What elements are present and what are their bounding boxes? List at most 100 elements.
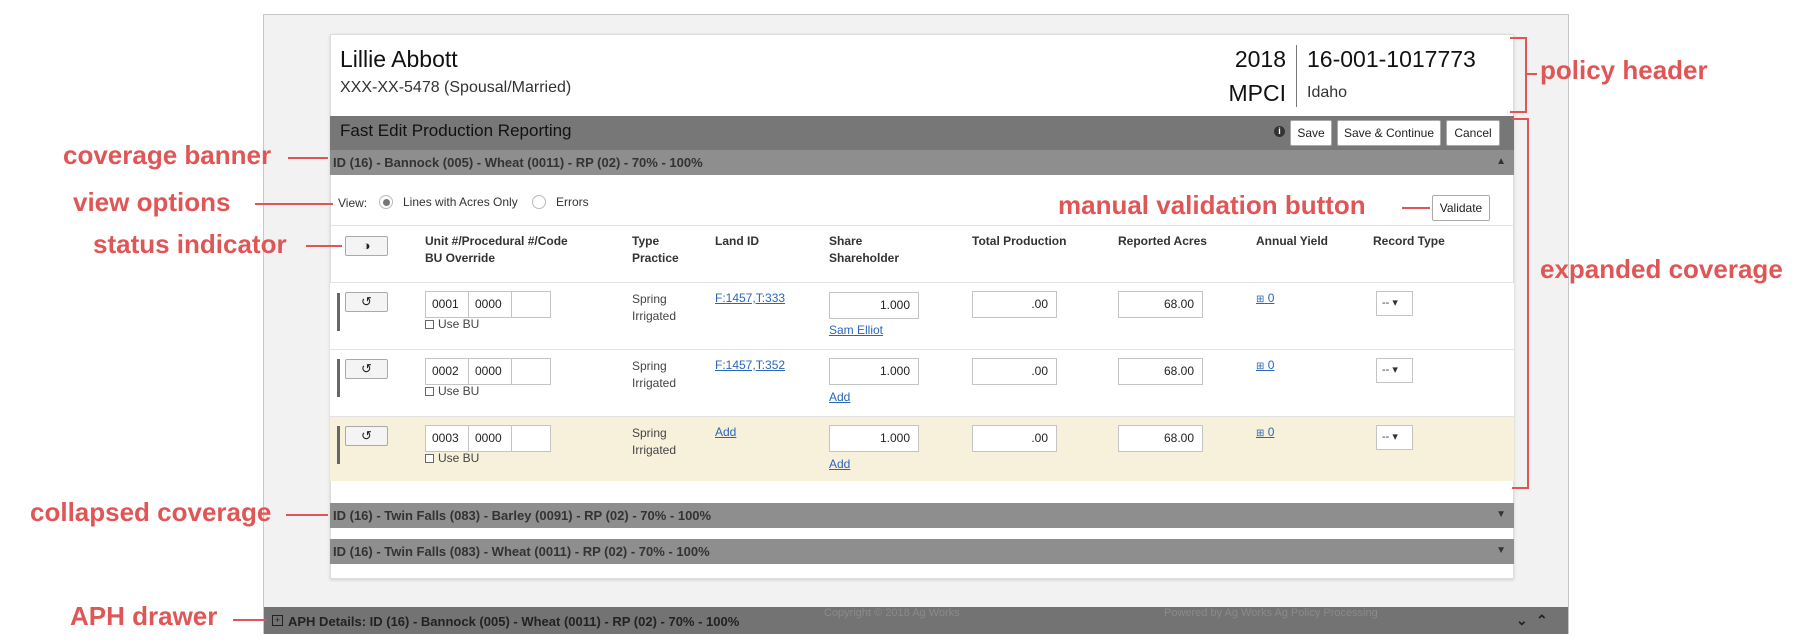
radio-label-errors: Errors xyxy=(556,195,589,209)
procedural-input[interactable]: 0000 xyxy=(468,425,512,452)
annotation-line xyxy=(233,619,266,621)
radio-lines-with-acres[interactable] xyxy=(379,195,393,209)
col-total-production: Total Production xyxy=(972,234,1067,248)
col-unit-line1: Unit #/Procedural #/Code xyxy=(425,234,568,248)
aph-drawer[interactable]: Copyright © 2018 Ag Works Powered by Ag … xyxy=(264,607,1568,634)
share-input[interactable]: 1.000 xyxy=(829,292,919,319)
annotation-line xyxy=(288,157,328,159)
use-bu-checkbox[interactable] xyxy=(425,320,434,329)
annotation-status-indicator: status indicator xyxy=(93,229,287,259)
reset-row-button[interactable]: ↺ xyxy=(345,292,388,312)
use-bu-checkbox[interactable] xyxy=(425,387,434,396)
chevron-down-icon[interactable]: ▼ xyxy=(1496,545,1506,556)
total-production-input[interactable]: .00 xyxy=(972,291,1057,318)
record-type-select[interactable]: -- ▾ xyxy=(1376,291,1413,316)
annotation-line xyxy=(1527,73,1537,75)
annotation-line xyxy=(306,245,342,247)
col-unit: Unit #/Procedural #/Code BU Override xyxy=(425,233,568,267)
annual-yield-link[interactable]: ⊞ 0 xyxy=(1256,291,1274,305)
add-shareholder-link[interactable]: Add xyxy=(829,390,850,404)
land-id-link[interactable]: F:1457,T:352 xyxy=(715,358,785,372)
dropdown-caret-icon: ▾ xyxy=(1392,431,1398,443)
reset-row-button[interactable]: ↺ xyxy=(345,359,388,379)
use-bu-label: Use BU xyxy=(438,317,480,331)
unit-input[interactable]: 0001 xyxy=(425,291,469,318)
record-type-select[interactable]: -- ▾ xyxy=(1376,425,1413,450)
type-practice: Spring Irrigated xyxy=(632,358,676,392)
view-label: View: xyxy=(338,196,368,210)
footer-copyright: Copyright © 2018 Ag Works xyxy=(824,607,960,619)
annotation-line xyxy=(1402,207,1430,209)
col-share-line1: Share xyxy=(829,234,863,248)
procedural-input[interactable]: 0000 xyxy=(468,291,512,318)
type-value: Spring xyxy=(632,359,667,373)
status-indicator-button[interactable]: ◑ xyxy=(345,236,388,256)
total-production-input[interactable]: .00 xyxy=(972,358,1057,385)
land-id-link[interactable]: F:1457,T:333 xyxy=(715,291,785,305)
coverage-banner-collapsed[interactable]: ID (16) - Twin Falls (083) - Barley (009… xyxy=(330,503,1514,528)
radio-errors[interactable] xyxy=(532,195,546,209)
total-production-input[interactable]: .00 xyxy=(972,425,1057,452)
insurance-type: MPCI xyxy=(1228,80,1287,106)
annual-yield-link[interactable]: ⊞ 0 xyxy=(1256,358,1274,372)
coverage-banner-collapsed[interactable]: ID (16) - Twin Falls (083) - Wheat (0011… xyxy=(330,539,1514,564)
reported-acres-input[interactable]: 68.00 xyxy=(1118,291,1203,318)
code-input[interactable] xyxy=(511,425,551,452)
use-bu-checkbox[interactable] xyxy=(425,454,434,463)
save-continue-button[interactable]: Save & Continue xyxy=(1337,120,1441,146)
col-share: Share Shareholder xyxy=(829,233,899,267)
add-land-id-link[interactable]: Add xyxy=(715,425,736,439)
unit-input[interactable]: 0003 xyxy=(425,425,469,452)
use-bu-label: Use BU xyxy=(438,451,480,465)
row-status-bar xyxy=(337,359,340,397)
annotation-aph-drawer: APH drawer xyxy=(70,601,218,631)
plus-square-icon: ⊞ xyxy=(1256,294,1265,305)
col-type-line2: Practice xyxy=(632,251,679,265)
chevron-up-icon[interactable]: ▲ xyxy=(1496,156,1506,167)
chevron-down-icon[interactable]: ▼ xyxy=(1496,509,1506,520)
policy-state: Idaho xyxy=(1307,84,1348,101)
share-input[interactable]: 1.000 xyxy=(829,425,919,452)
expand-square-icon[interactable]: + xyxy=(272,615,283,626)
coverage-label: ID (16) - Twin Falls (083) - Barley (009… xyxy=(333,508,712,523)
record-type-select[interactable]: -- ▾ xyxy=(1376,358,1413,383)
practice-value: Irrigated xyxy=(632,376,677,390)
save-button[interactable]: Save xyxy=(1290,120,1332,146)
radio-label-lines-with-acres: Lines with Acres Only xyxy=(403,195,518,209)
annotation-bracket-policy-header xyxy=(1510,37,1527,113)
page-title: Fast Edit Production Reporting xyxy=(340,121,572,140)
cancel-button[interactable]: Cancel xyxy=(1446,120,1500,146)
code-input[interactable] xyxy=(511,358,551,385)
annotation-bracket-expanded xyxy=(1512,118,1529,489)
chevron-up-icon[interactable]: ⌃ xyxy=(1536,612,1548,629)
header-divider xyxy=(1296,45,1297,107)
aph-drawer-label: APH Details: ID (16) - Bannock (005) - W… xyxy=(288,614,740,629)
coverage-banner-expanded[interactable]: ID (16) - Bannock (005) - Wheat (0011) -… xyxy=(330,150,1514,175)
add-shareholder-link[interactable]: Add xyxy=(829,457,850,471)
procedural-input[interactable]: 0000 xyxy=(468,358,512,385)
type-practice: Spring Irrigated xyxy=(632,425,676,459)
reported-acres-input[interactable]: 68.00 xyxy=(1118,425,1203,452)
reported-acres-input[interactable]: 68.00 xyxy=(1118,358,1203,385)
annual-yield-value: 0 xyxy=(1267,425,1275,439)
col-unit-line2: BU Override xyxy=(425,251,496,265)
dropdown-caret-icon: ▾ xyxy=(1392,297,1398,309)
plus-square-icon: ⊞ xyxy=(1256,361,1265,372)
dropdown-caret-icon: ▾ xyxy=(1392,364,1398,376)
annotation-manual-validation: manual validation button xyxy=(1058,190,1366,220)
use-bu-label: Use BU xyxy=(438,384,480,398)
code-input[interactable] xyxy=(511,291,551,318)
reset-row-button[interactable]: ↺ xyxy=(345,426,388,446)
unit-input[interactable]: 0002 xyxy=(425,358,469,385)
annual-yield-link[interactable]: ⊞ 0 xyxy=(1256,425,1274,439)
validate-button[interactable]: Validate xyxy=(1432,195,1490,221)
shareholder-link[interactable]: Sam Elliot xyxy=(829,323,883,337)
chevron-down-icon[interactable]: ⌄ xyxy=(1516,612,1528,629)
annotation-line xyxy=(255,203,333,205)
type-practice: Spring Irrigated xyxy=(632,291,676,325)
info-icon[interactable]: i xyxy=(1274,126,1285,137)
annotation-coverage-banner: coverage banner xyxy=(63,140,272,170)
share-input[interactable]: 1.000 xyxy=(829,358,919,385)
annotation-policy-header: policy header xyxy=(1540,55,1708,85)
col-land-id: Land ID xyxy=(715,234,759,248)
